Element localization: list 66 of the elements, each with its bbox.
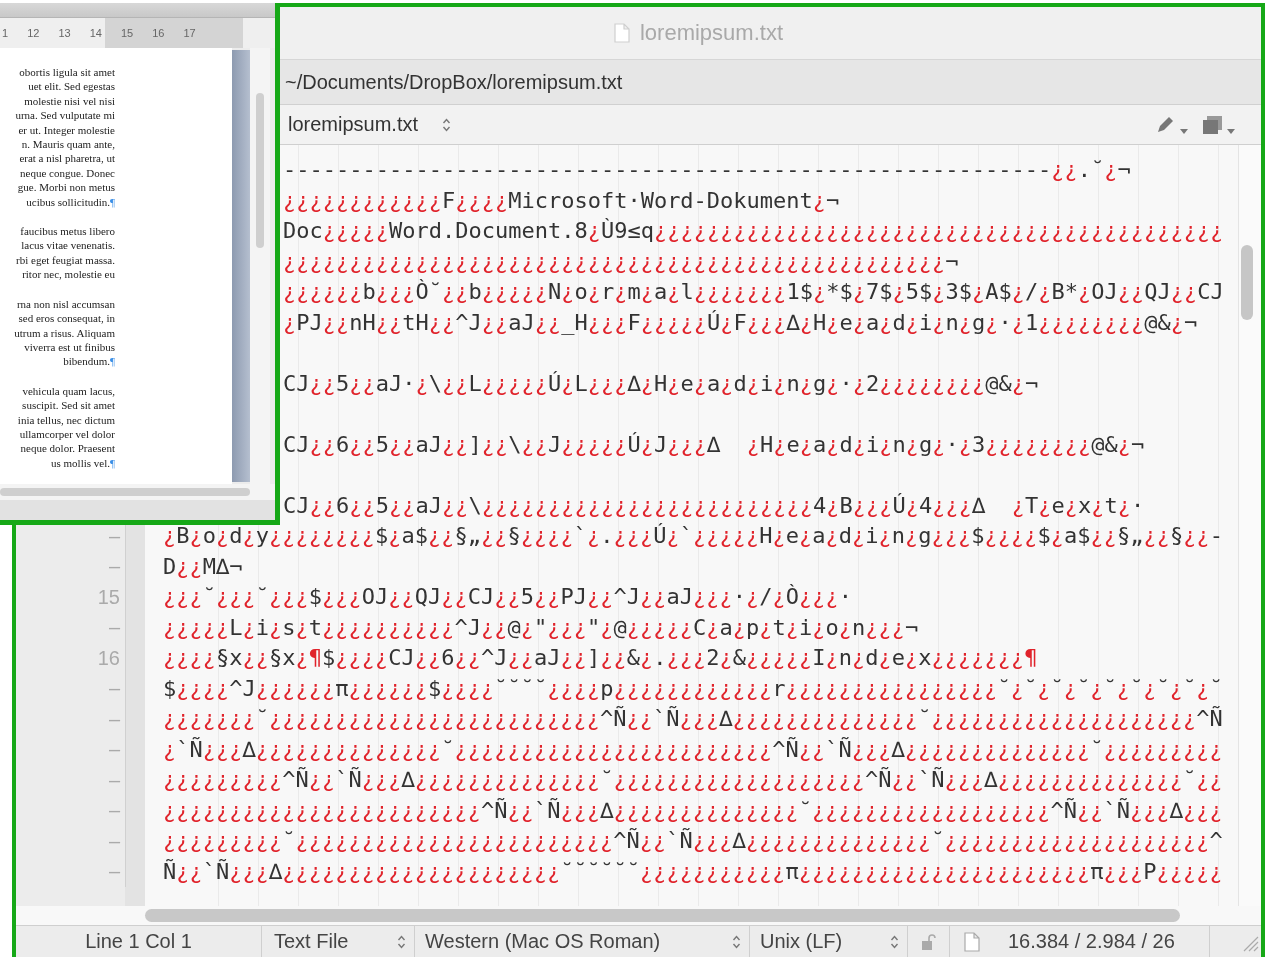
ruler-number: 13: [58, 27, 71, 39]
code-line: ¿¿¿˘¿¿¿˘¿¿¿$¿¿¿OJ¿¿QJ¿¿CJ¿¿5¿¿PJ¿¿^J¿¿aJ¿¿¿·¿/¿Ò¿¿¿·: [162, 583, 852, 612]
stepper-arrows-icon: [442, 116, 452, 133]
document-popup[interactable]: loremipsum.txt: [280, 109, 460, 140]
line-number: –: [108, 677, 120, 700]
scrollbar-thumb[interactable]: [145, 909, 1180, 922]
cursor-position: Line 1 Col 1: [85, 930, 192, 953]
code-line: ----------------------------------------------------------¿¿.˘¿¬: [282, 156, 1131, 185]
character-counts: 16.384 / 2.984 / 26: [1008, 930, 1175, 953]
code-line: Ñ¿¿`Ñ¿¿¿∆¿¿¿¿¿¿¿¿¿¿¿¿¿¿¿¿¿¿¿¿¿˘˘˘˘˘˘¿¿¿¿¿¿¿¿¿¿¿π¿¿¿¿¿¿¿¿¿¿¿¿¿¿¿¿¿¿¿¿¿¿π¿¿¿P¿¿¿¿¿: [162, 857, 1223, 886]
ruler-number: 17: [183, 27, 196, 39]
paragraph-text: faucibus metus libero lacus vitae venenatis. rbi eget feugiat massa. ritor nec, molestie eu: [15, 224, 115, 282]
code-line: ¿¿¿¿¿¿¿¿¿¿¿¿¿¿¿¿¿¿¿¿¿¿¿¿^Ñ¿¿`Ñ¿¿¿∆¿¿¿¿¿¿¿¿¿¿¿¿¿¿˘¿¿¿¿¿¿¿¿¿¿¿¿¿¿¿¿¿¿^Ñ¿¿`Ñ¿¿¿∆¿¿¿: [162, 796, 1223, 825]
ruler-number: 15: [120, 27, 134, 39]
file-type-popup[interactable]: Text File: [262, 926, 415, 957]
line-number: 16: [97, 646, 120, 669]
code-line: ¿¿¿¿¿L¿i¿s¿t¿¿¿¿¿¿¿¿¿¿^J¿¿@¿"¿¿¿"¿@¿¿¿¿¿C¿a¿p¿t¿i¿o¿n¿¿¿¬: [162, 613, 919, 642]
paragraph-text: obortis ligula sit amet uet elit. Sed egestas molestie nisi vel nisi urna. Sed vulputate mi er ut. Integer molestie n. Mauris quam ante, erat a nisl pharetra, ut neque congue. Donec gue. Morbi non metus ucibus sollicitudin.¶: [14, 65, 115, 210]
line-number: –: [108, 555, 120, 578]
caret-icon: [1180, 128, 1188, 135]
line-number: –: [108, 829, 120, 852]
stepper-arrows-icon: [397, 933, 406, 950]
line-endings-popup[interactable]: Unix (LF): [750, 926, 908, 957]
file-path: ~/Documents/DropBox/loremipsum.txt: [285, 70, 623, 94]
line-number: –: [108, 860, 120, 883]
code-line: CJ¿¿5¿¿aJ·¿\¿¿L¿¿¿¿¿Ú¿L¿¿¿∆¿H¿e¿a¿d¿i¿n¿g¿·¿2¿¿¿¿¿¿¿¿@&¿¬: [282, 369, 1039, 398]
ruler-number: 16: [152, 27, 165, 39]
code-line: ¿¿¿¿¿¿¿˘¿¿¿¿¿¿¿¿¿¿¿¿¿¿¿¿¿¿¿¿¿¿¿¿¿^Ñ¿¿`Ñ¿¿¿∆¿¿¿¿¿¿¿¿¿¿¿¿¿¿˘¿¿¿¿¿¿¿¿¿¿¿¿¿¿¿¿¿¿¿¿^Ñ: [162, 705, 1223, 734]
line-number: –: [108, 799, 120, 822]
encoding-popup[interactable]: Western (Mac OS Roman): [415, 926, 750, 957]
code-line: ¿¿¿¿¿¿b¿¿¿Ò˘¿¿b¿¿¿¿¿N¿o¿r¿m¿a¿l¿¿¿¿¿¿¿1$¿*$¿7$¿5$¿3$¿A$¿/¿B*¿OJ¿¿QJ¿¿CJ: [282, 278, 1224, 307]
documents-icon: [1202, 114, 1224, 135]
line-number: –: [108, 738, 120, 761]
window-title: loremipsum.txt: [639, 20, 783, 46]
caret-icon: [1227, 128, 1235, 135]
code-line: ¿¿¿¿¿¿¿¿¿¿¿¿F¿¿¿¿Microsoft·Word-Dokument¿¬: [282, 186, 840, 215]
code-line: ¿¿¿¿¿¿¿¿¿^Ñ¿¿`Ñ¿¿¿∆¿¿¿¿¿¿¿¿¿¿¿¿¿¿˘¿¿¿¿¿¿¿¿¿¿¿¿¿¿¿¿¿¿¿^Ñ¿¿`Ñ¿¿¿∆¿¿¿¿¿¿¿¿¿¿¿¿¿¿˘¿¿: [162, 766, 1223, 795]
document-icon: [964, 931, 980, 952]
code-line: ¿B¿o¿d¿y¿¿¿¿¿¿¿¿$¿a$¿¿§„¿¿§¿¿¿¿`¿.¿¿¿Ú¿`¿¿¿¿¿H¿e¿a¿d¿i¿n¿g¿¿¿$¿¿¿¿$¿a$¿¿§„¿¿§¿¿-: [162, 522, 1223, 551]
code-line: CJ¿¿6¿¿5¿¿aJ¿¿\¿¿¿¿¿¿¿¿¿¿¿¿¿¿¿¿¿¿¿¿¿¿¿¿¿4¿B¿¿¿Ú¿4¿¿¿∆ ¿T¿e¿x¿t¿·: [282, 491, 1145, 520]
paragraph-text: vehicula quam lacus, suscipit. Sed sit amet inia tellus, nec dictum ullamcorper vel dolor neque dolor. Praesent us mollis vel.¶: [16, 383, 115, 471]
ruler-number: 1: [2, 27, 9, 39]
line-number: –: [108, 616, 120, 639]
scrollbar-thumb[interactable]: [256, 93, 264, 248]
code-line: ¿¿¿¿¿¿¿¿¿¿¿¿¿¿¿¿¿¿¿¿¿¿¿¿¿¿¿¿¿¿¿¿¿¿¿¿¿¿¿¿¿¿¿¿¿¿¿¿¿¿¬: [282, 247, 959, 276]
line-number: –: [108, 768, 120, 791]
code-line: ¿¿¿¿§x¿¿§x¿¶$¿¿¿¿CJ¿¿6¿¿^J¿¿aJ¿¿]¿¿&¿.¿¿¿2¿&¿¿¿¿¿I¿n¿d¿e¿x¿¿¿¿¿¿¿¶: [162, 644, 1038, 673]
code-line: ¿¿¿¿¿¿¿¿¿˘¿¿¿¿¿¿¿¿¿¿¿¿¿¿¿¿¿¿¿¿¿¿¿¿^Ñ¿¿`Ñ¿¿¿∆¿¿¿¿¿¿¿¿¿¿¿¿¿¿˘¿¿¿¿¿¿¿¿¿¿¿¿¿¿¿¿¿¿¿¿^: [162, 827, 1223, 856]
ruler-number: 14: [89, 27, 102, 39]
code-line: $¿¿¿¿^J¿¿¿¿¿¿π¿¿¿¿¿¿$¿¿¿¿˘˘˘˘¿¿¿¿p¿¿¿¿¿¿¿¿¿¿¿¿r¿¿¿¿¿¿¿¿¿¿¿¿¿¿¿¿˘¿˘¿˘¿˘¿˘¿˘¿˘¿˘¿˘: [162, 674, 1223, 703]
code-line: ¿`Ñ¿¿¿∆¿¿¿¿¿¿¿¿¿¿¿¿¿¿˘¿¿¿¿¿¿¿¿¿¿¿¿¿¿¿¿¿¿¿¿¿¿¿¿^Ñ¿¿`Ñ¿¿¿∆¿¿¿¿¿¿¿¿¿¿¿¿¿¿˘¿¿¿¿¿¿¿¿¿: [162, 735, 1223, 764]
code-line: Doc¿¿¿¿¿Word.Document.8¿Ù9≤q¿¿¿¿¿¿¿¿¿¿¿¿¿¿¿¿¿¿¿¿¿¿¿¿¿¿¿¿¿¿¿¿¿¿¿¿¿¿¿¿¿¿¿: [282, 217, 1224, 246]
code-line: ¿PJ¿¿nH¿¿tH¿¿^J¿¿aJ¿¿_H¿¿¿F¿¿¿¿¿Ú¿F¿¿¿∆¿H¿e¿a¿d¿i¿n¿g¿·¿1¿¿¿¿¿¿¿¿@&¿¬: [282, 308, 1198, 337]
line-number: –: [108, 524, 120, 547]
scrollbar-thumb[interactable]: [1241, 245, 1253, 320]
paragraph-text: rna non nisl accumsan sed eros consequat, in utrum a risus. Aliquam viverra est ut finibus bibendum.¶: [13, 296, 115, 369]
ruler-number: 12: [27, 27, 40, 39]
padlock-icon: [919, 932, 938, 951]
stepper-arrows-icon: [732, 933, 741, 950]
stepper-arrows-icon: [890, 933, 899, 950]
line-number: 15: [97, 585, 120, 608]
code-line: D¿¿M∆¬: [162, 552, 243, 581]
code-line: CJ¿¿6¿¿5¿¿aJ¿¿]¿¿\¿¿J¿¿¿¿¿Ú¿J¿¿¿∆ ¿H¿e¿a¿d¿i¿n¿g¿·¿3¿¿¿¿¿¿¿¿@&¿¬: [282, 430, 1145, 459]
scrollbar-thumb[interactable]: [0, 488, 250, 496]
document-icon: [613, 23, 630, 43]
line-number: –: [108, 707, 120, 730]
